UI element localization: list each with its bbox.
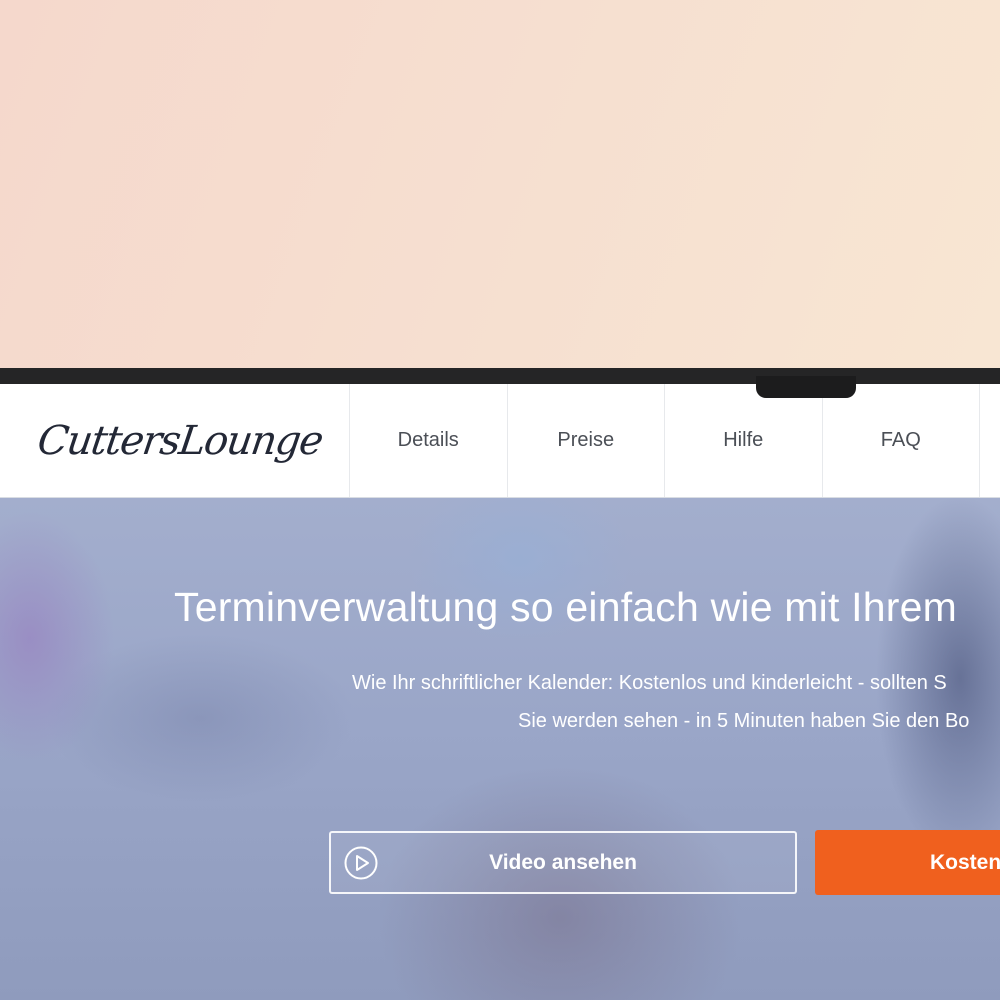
top-navbar: CuttersLounge Details Preise Hilfe FAQ [0, 384, 1000, 498]
logo-text: CuttersLounge [34, 417, 326, 464]
nav-item-preise[interactable]: Preise [508, 384, 665, 497]
nav-item-faq[interactable]: FAQ [823, 384, 980, 497]
watch-video-button[interactable]: Video ansehen [329, 831, 797, 894]
camera-notch [756, 376, 856, 398]
nav-item-details[interactable]: Details [350, 384, 508, 497]
play-icon [344, 846, 378, 880]
background-surface [0, 0, 1000, 368]
hero-subtitle-line2: Sie werden sehen - in 5 Minuten haben Si… [518, 710, 970, 732]
nav-item-cutoff [980, 384, 1000, 497]
signup-cta-button[interactable]: Kosten [815, 830, 1000, 895]
logo[interactable]: CuttersLounge [0, 384, 350, 497]
nav-item-hilfe[interactable]: Hilfe [665, 384, 823, 497]
signup-cta-label: Kosten [930, 850, 1000, 874]
laptop-screen: CuttersLounge Details Preise Hilfe FAQ T… [0, 384, 1000, 1000]
hero-section: Terminverwaltung so einfach wie mit Ihre… [0, 498, 1000, 1000]
hero-title: Terminverwaltung so einfach wie mit Ihre… [174, 584, 957, 630]
hero-subtitle-line1: Wie Ihr schriftlicher Kalender: Kostenlo… [352, 672, 947, 694]
watch-video-label: Video ansehen [489, 850, 637, 874]
